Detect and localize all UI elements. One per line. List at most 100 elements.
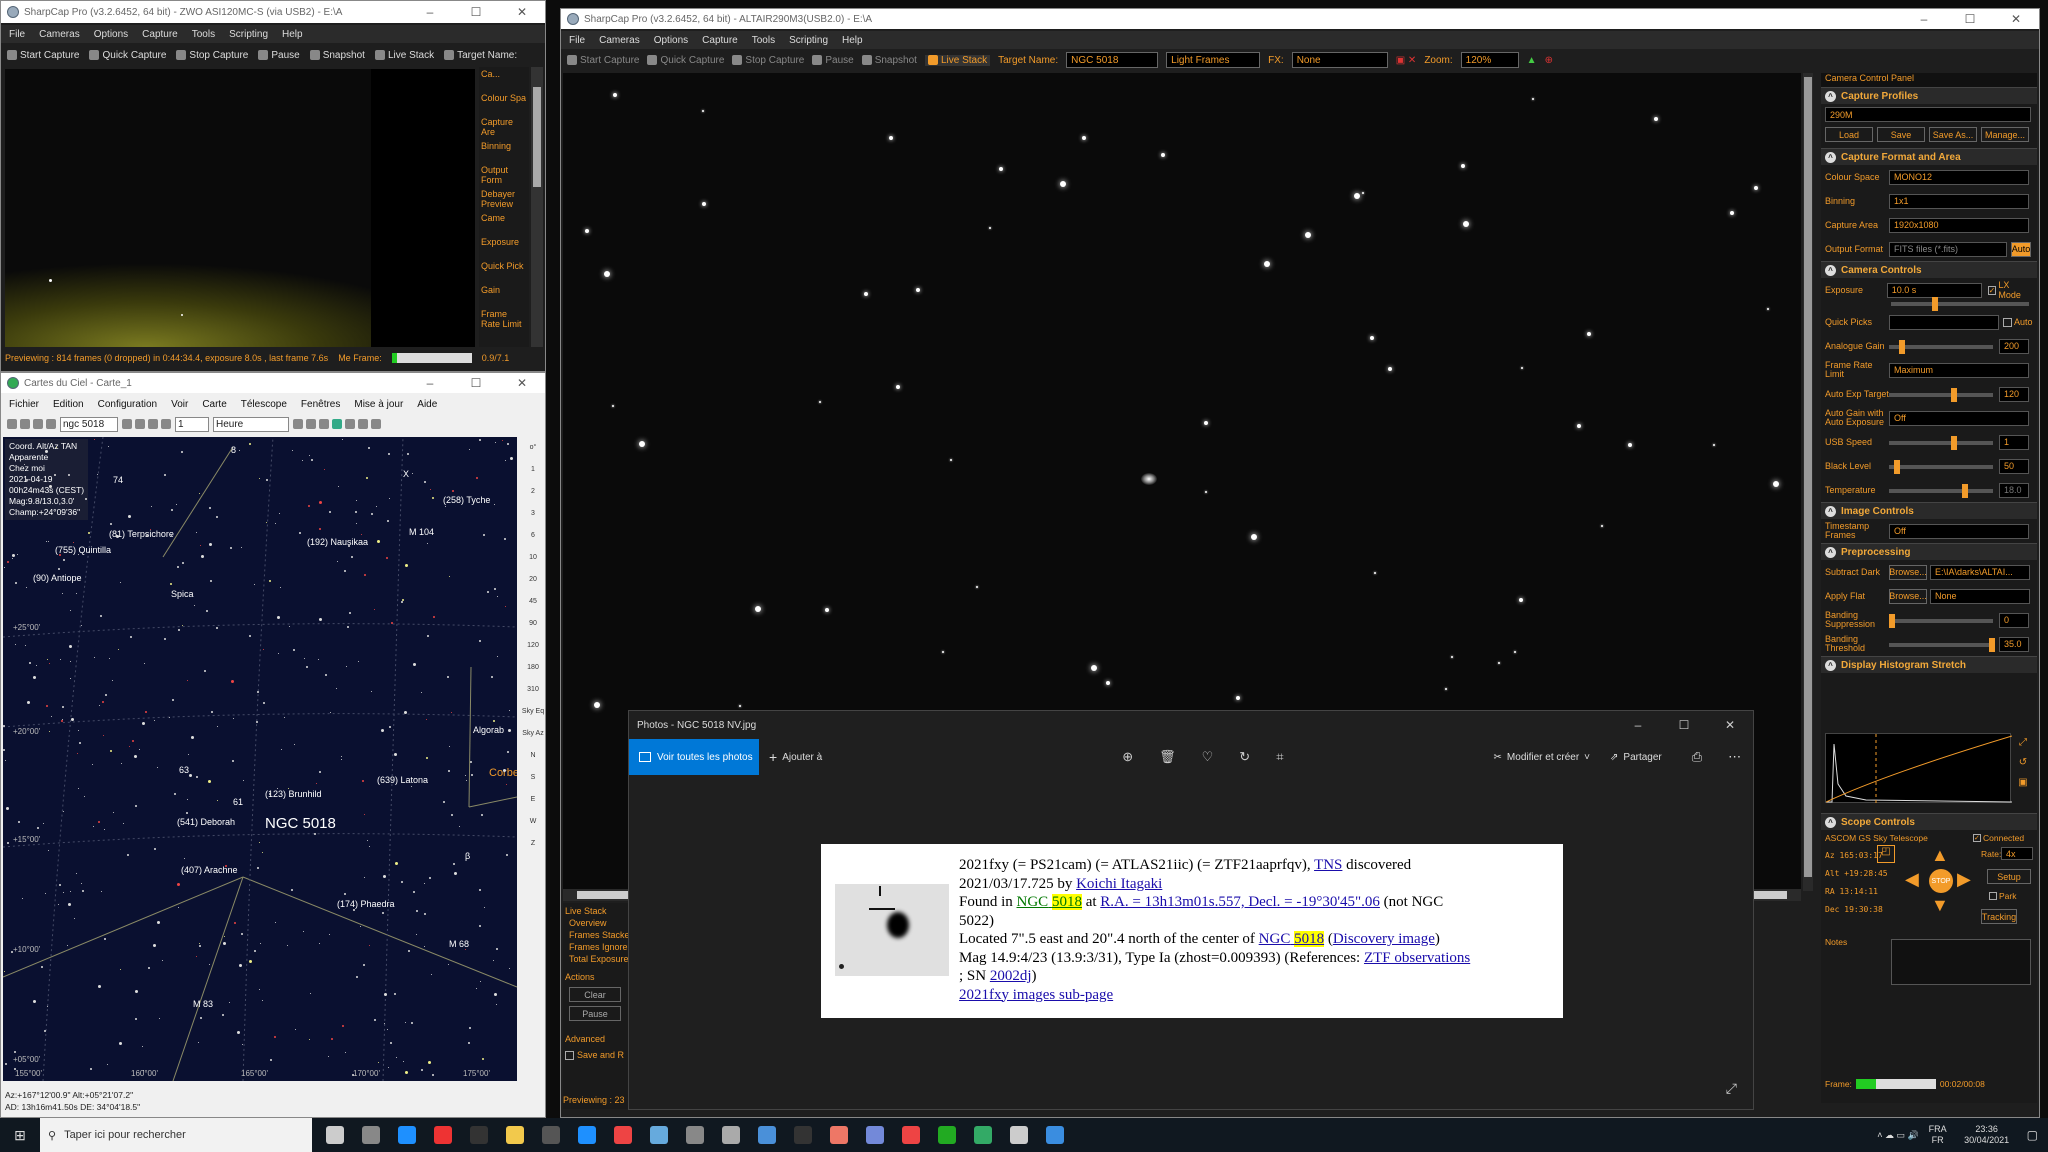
- print-icon[interactable]: ⎙: [1692, 749, 1702, 765]
- map-tool-button[interactable]: 45: [521, 591, 545, 613]
- preprocessing-header[interactable]: ^ Preprocessing: [1821, 543, 2037, 560]
- taskbar-app-icon[interactable]: [902, 1126, 920, 1144]
- zoom-icon[interactable]: ⊕: [1545, 55, 1553, 66]
- row-select[interactable]: FITS files (*.fits): [1889, 241, 2007, 257]
- control-slider[interactable]: [1889, 436, 1993, 450]
- map-tool-button[interactable]: 310: [521, 679, 545, 701]
- time-unit-select[interactable]: Heure: [213, 416, 289, 432]
- sky-object-label[interactable]: (407) Arachne: [181, 865, 238, 875]
- arrow-right-icon[interactable]: ▶: [1957, 869, 1971, 890]
- lx-mode-checkbox[interactable]: ✓ LX Mode: [1987, 280, 2033, 300]
- fx-select[interactable]: None: [1291, 52, 1388, 68]
- rate-select[interactable]: 4x: [2001, 847, 2033, 860]
- pause-stack-button[interactable]: Pause: [569, 1006, 621, 1021]
- taskbar-app-icon[interactable]: [1010, 1126, 1028, 1144]
- menu-item[interactable]: Capture: [702, 35, 738, 46]
- preproc-value[interactable]: 35.0: [1999, 636, 2029, 652]
- histogram-tools[interactable]: ⤢ ↺ ▣: [2015, 733, 2031, 803]
- map-tool-button[interactable]: 10: [521, 547, 545, 569]
- sky-object-label[interactable]: (192) Nausikaa: [307, 537, 368, 547]
- notification-icon[interactable]: ▢: [2027, 1128, 2038, 1142]
- histogram-icon[interactable]: ▲: [1527, 55, 1537, 66]
- menu-item[interactable]: Help: [842, 35, 863, 46]
- tns-link[interactable]: TNS: [1314, 857, 1342, 873]
- menu-item[interactable]: Voir: [171, 399, 188, 410]
- zoom-select[interactable]: 120%: [1460, 52, 1519, 68]
- profile-button[interactable]: Load: [1825, 127, 1873, 142]
- profile-button[interactable]: Save: [1877, 127, 1925, 142]
- toolbar-button[interactable]: Pause: [258, 50, 300, 61]
- scope-direction-pad[interactable]: ▲ ◀ STOP ▶ ▼ ◰: [1877, 845, 1977, 917]
- menu-item[interactable]: Tools: [192, 29, 215, 40]
- live-stack-item[interactable]: Total Exposure: [565, 953, 631, 965]
- menu-item[interactable]: Cameras: [599, 35, 640, 46]
- arrow-down-icon[interactable]: ▼: [1931, 895, 1949, 916]
- ngc-link-1[interactable]: NGC 5018: [1017, 894, 1082, 910]
- crop-icon[interactable]: ⌗: [1276, 749, 1283, 765]
- toolbar-button[interactable]: Target Name:: [444, 50, 517, 61]
- maximize-button[interactable]: ☐: [453, 373, 499, 393]
- control-slider[interactable]: [1889, 484, 1993, 498]
- minimize-button[interactable]: –: [1615, 711, 1661, 739]
- stop-capture-button[interactable]: Stop Capture: [732, 55, 804, 66]
- fullscreen-icon[interactable]: ⤢: [1726, 1080, 1737, 1097]
- live-stack-item[interactable]: Frames Stacke: [565, 929, 631, 941]
- preproc-slider[interactable]: [1889, 614, 1993, 628]
- sky-object-label[interactable]: (81) Terpsichore: [109, 529, 174, 539]
- control-select[interactable]: Maximum: [1889, 362, 2029, 378]
- map-tool-button[interactable]: Sky Eq: [521, 701, 545, 723]
- stop-button[interactable]: STOP: [1929, 869, 1953, 893]
- park-checkbox[interactable]: Park: [1989, 891, 2016, 901]
- map-tool-button[interactable]: 2: [521, 481, 545, 503]
- menu-item[interactable]: Capture: [142, 29, 178, 40]
- preproc-value[interactable]: 0: [1999, 612, 2029, 628]
- target-name-input[interactable]: NGC 5018: [1066, 52, 1159, 68]
- close-button[interactable]: ✕: [499, 1, 545, 23]
- menu-item[interactable]: Télescope: [241, 399, 287, 410]
- map-tool-button[interactable]: 180: [521, 657, 545, 679]
- modifier-button[interactable]: ✂ Modifier et créer ˅: [1494, 752, 1590, 763]
- sky-object-label[interactable]: 61: [233, 797, 243, 807]
- map-tool-button[interactable]: 6: [521, 525, 545, 547]
- sky-object-label[interactable]: M 68: [449, 939, 469, 949]
- heart-icon[interactable]: ♡: [1202, 749, 1214, 765]
- setup-button[interactable]: Setup: [1987, 869, 2031, 884]
- taskbar-search-input[interactable]: ⚲ Taper ici pour rechercher: [40, 1118, 312, 1152]
- auto-checkbox[interactable]: Auto: [2003, 317, 2033, 327]
- connected-checkbox[interactable]: ✓ Connected: [1973, 833, 2024, 843]
- record-icon[interactable]: ▣ ✕: [1396, 55, 1417, 66]
- control-slider[interactable]: [1889, 340, 1993, 354]
- discovery-image-link[interactable]: Discovery image: [1333, 931, 1435, 947]
- map-tool-button[interactable]: Sky Az: [521, 723, 545, 745]
- pause-button[interactable]: Pause: [812, 55, 854, 66]
- map-tool-button[interactable]: 1: [521, 459, 545, 481]
- map-tool-button[interactable]: 3: [521, 503, 545, 525]
- tray-icons[interactable]: ˄ ☁ ▭ 🔊: [1877, 1130, 1918, 1141]
- close-button[interactable]: ✕: [1993, 9, 2039, 29]
- map-tool-button[interactable]: E: [521, 789, 545, 811]
- map-tool-button[interactable]: 20: [521, 569, 545, 591]
- browse-button[interactable]: Browse...: [1889, 588, 1927, 604]
- language-indicator[interactable]: FRA FR: [1929, 1124, 1947, 1146]
- ztf-link[interactable]: ZTF observations: [1364, 950, 1470, 966]
- quick-capture-button[interactable]: Quick Capture: [647, 55, 724, 66]
- taskbar-app-icon[interactable]: [398, 1126, 416, 1144]
- live-stack-item[interactable]: Overview: [565, 917, 631, 929]
- row-select[interactable]: 1920x1080: [1889, 217, 2029, 233]
- control-select[interactable]: Off: [1889, 410, 2029, 426]
- toolbar-button[interactable]: Start Capture: [7, 50, 79, 61]
- radec-link[interactable]: R.A. = 13h13m01s.557, Decl. = -19°30'45"…: [1100, 894, 1380, 910]
- menu-item[interactable]: Options: [654, 35, 688, 46]
- arrow-left-icon[interactable]: ◀: [1905, 869, 1919, 890]
- scope-controls-header[interactable]: ^ Scope Controls: [1821, 813, 2037, 830]
- menu-item[interactable]: Fichier: [9, 399, 39, 410]
- sky-object-label[interactable]: (639) Latona: [377, 775, 428, 785]
- map-tool-button[interactable]: o°: [521, 437, 545, 459]
- more-icon[interactable]: ⋯: [1728, 749, 1741, 765]
- save-and-checkbox[interactable]: Save and R: [565, 1049, 631, 1061]
- browse-button[interactable]: Browse...: [1889, 564, 1927, 580]
- menu-item[interactable]: File: [9, 29, 25, 40]
- menu-item[interactable]: Fenêtres: [301, 399, 340, 410]
- menu-item[interactable]: Scripting: [229, 29, 268, 40]
- clear-button[interactable]: Clear: [569, 987, 621, 1002]
